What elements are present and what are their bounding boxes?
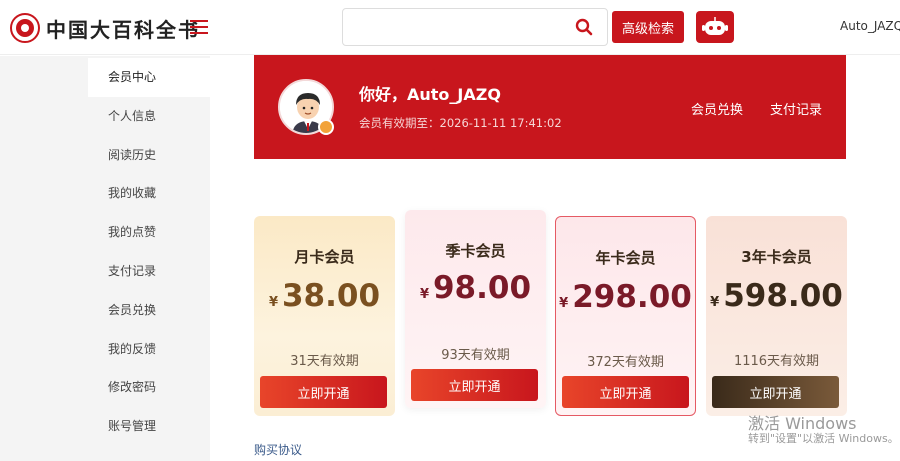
greeting-text: 你好，Auto_JAZQ <box>359 85 501 104</box>
robot-icon <box>702 17 728 35</box>
search-input[interactable] <box>351 17 551 37</box>
sidebar-item-reading-history[interactable]: 阅读历史 <box>88 136 210 175</box>
hamburger-menu-icon[interactable] <box>190 20 208 34</box>
plan-title: 年卡会员 <box>595 249 656 267</box>
member-banner: 你好，Auto_JAZQ 会员有效期至：2026-11-11 17:41:02 … <box>254 55 846 159</box>
plan-validity: 31天有效期 <box>290 354 359 369</box>
sidebar-item-feedback[interactable]: 我的反馈 <box>88 330 210 369</box>
membership-expiry: 会员有效期至：2026-11-11 17:41:02 <box>359 116 562 130</box>
plan-card-three-year: 3年卡会员 ¥598.00 1116天有效期 立即开通 <box>706 216 847 416</box>
plan-validity: 1116天有效期 <box>733 354 820 369</box>
logo-text: 中国大百科全书 <box>46 17 200 42</box>
plan-card-monthly: 月卡会员 ¥38.00 31天有效期 立即开通 <box>254 216 395 416</box>
username-link[interactable]: Auto_JAZQ <box>840 19 900 33</box>
payment-records-link[interactable]: 支付记录 <box>770 99 822 118</box>
plan-validity: 372天有效期 <box>587 355 664 370</box>
activate-three-year-button[interactable]: 立即开通 <box>712 376 839 408</box>
plan-validity: 93天有效期 <box>441 348 510 363</box>
sidebar-item-personal-info[interactable]: 个人信息 <box>88 97 210 136</box>
currency-symbol: ¥ <box>559 296 569 311</box>
search-box <box>342 8 608 46</box>
currency-symbol: ¥ <box>419 287 429 302</box>
ai-assistant-button[interactable] <box>696 11 734 43</box>
plan-price: ¥98.00 <box>405 270 546 306</box>
currency-symbol: ¥ <box>710 295 720 310</box>
sidebar-item-account-management[interactable]: 账号管理 <box>88 407 210 446</box>
activate-monthly-button[interactable]: 立即开通 <box>260 376 387 408</box>
sidebar-item-change-password[interactable]: 修改密码 <box>88 368 210 407</box>
plan-price: ¥598.00 <box>706 278 847 314</box>
activate-yearly-button[interactable]: 立即开通 <box>562 376 689 408</box>
activate-quarterly-button[interactable]: 立即开通 <box>411 369 538 401</box>
plan-title: 3年卡会员 <box>741 248 812 266</box>
sidebar-item-member-redeem[interactable]: 会员兑换 <box>88 291 210 330</box>
price-value: 38.00 <box>281 278 381 314</box>
sidebar-item-payment-records[interactable]: 支付记录 <box>88 252 210 291</box>
plan-title: 季卡会员 <box>445 242 506 260</box>
site-logo[interactable]: 中国大百科全书 <box>10 12 200 44</box>
plan-price: ¥38.00 <box>254 278 395 314</box>
advanced-search-button[interactable]: 高级检索 <box>612 11 684 43</box>
sidebar-item-likes[interactable]: 我的点赞 <box>88 213 210 252</box>
plan-card-quarterly: 季卡会员 ¥98.00 93天有效期 立即开通 <box>405 210 546 408</box>
purchase-agreement-link[interactable]: 购买协议 <box>254 441 302 458</box>
search-icon[interactable] <box>575 18 593 36</box>
plan-title: 月卡会员 <box>294 248 355 266</box>
top-header: 中国大百科全书 高级检索 Auto_JAZQ <box>0 0 900 55</box>
crown-icon <box>318 119 334 135</box>
currency-symbol: ¥ <box>268 295 278 310</box>
plan-price: ¥298.00 <box>556 279 695 315</box>
sidebar-item-member-center[interactable]: 会员中心 <box>88 58 210 97</box>
price-value: 298.00 <box>572 279 692 315</box>
plan-card-yearly: 年卡会员 ¥298.00 372天有效期 立即开通 <box>555 216 696 416</box>
price-value: 598.00 <box>723 278 843 314</box>
member-redeem-link[interactable]: 会员兑换 <box>691 99 743 118</box>
price-value: 98.00 <box>432 270 532 306</box>
windows-activation-watermark-hint: 转到"设置"以激活 Windows。 <box>748 432 899 445</box>
sidebar-nav: 会员中心 个人信息 阅读历史 我的收藏 我的点赞 支付记录 会员兑换 我的反馈 … <box>88 58 210 446</box>
logo-seal-icon <box>10 13 40 43</box>
sidebar-item-favorites[interactable]: 我的收藏 <box>88 174 210 213</box>
